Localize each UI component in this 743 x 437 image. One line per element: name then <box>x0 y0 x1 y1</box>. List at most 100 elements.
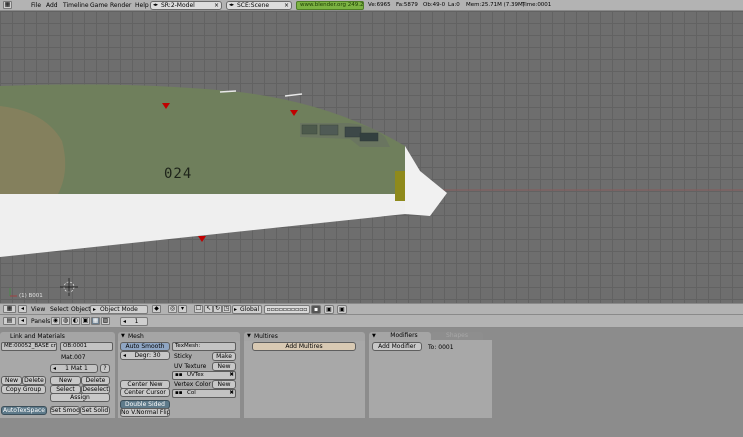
draw-type-icon[interactable]: ◆ <box>152 305 161 313</box>
mesh-datablock-field[interactable]: ME:00052_BASE crf. <box>1 342 57 351</box>
menu-object[interactable]: Object <box>71 306 91 313</box>
3d-viewport[interactable]: 024 (1) B001 <box>0 11 743 303</box>
viewport-type-icon[interactable]: ▦ <box>3 305 16 313</box>
material-new-button[interactable]: New <box>50 376 81 385</box>
buttons-window-header: ▤ ◂ Panels ◉ ◍ ◐ ▣ ▦ ▨ ◂ 1 <box>0 315 743 328</box>
menu-select[interactable]: Select <box>50 306 69 313</box>
uvtex-remove-icon[interactable]: ✖ <box>229 372 234 379</box>
window-2 <box>319 124 339 136</box>
add-multires-button[interactable]: Add Multires <box>252 342 356 351</box>
logic-context-icon[interactable]: ◉ <box>51 317 60 325</box>
frame-decrease-icon[interactable]: ◂ <box>121 318 126 325</box>
blender-url[interactable]: www.blender.org 249.2 <box>296 1 364 10</box>
tab-shapes[interactable]: Shapes <box>431 332 483 340</box>
set-solid-button[interactable]: Set Solid <box>80 406 110 415</box>
panel-modifiers <box>369 340 492 418</box>
menu-help[interactable]: Help <box>135 2 149 9</box>
scene-selector[interactable]: ◂▸ SCE:Scene × <box>226 1 292 10</box>
menu-view[interactable]: View <box>31 306 45 313</box>
degr-decrease-icon[interactable]: ◂ <box>121 352 126 359</box>
scene-browse-icon[interactable]: ◂▸ <box>229 2 234 9</box>
object-name-field[interactable]: OB:0001 <box>60 342 113 351</box>
render-preview-icon[interactable]: ▣ <box>324 305 334 314</box>
header-collapse-icon[interactable]: ◂ <box>18 305 27 313</box>
manipulator-toggle-icon[interactable]: ☐ <box>194 305 203 313</box>
scene-context-icon[interactable]: ▨ <box>101 317 110 325</box>
pivot-icon[interactable]: ◎ <box>168 305 177 313</box>
menu-render[interactable]: Render <box>110 2 131 9</box>
vertex-color-new-button[interactable]: New <box>212 380 236 389</box>
orientation-icon: ▸ <box>234 306 238 313</box>
col-layer[interactable]: ▪▪ Col ✖ <box>172 389 236 398</box>
render-icon[interactable]: ▣ <box>337 305 347 314</box>
viewport-canvas <box>0 84 743 297</box>
mesh-collapse-icon[interactable]: ▼ <box>121 332 125 341</box>
modifiers-collapse-icon[interactable]: ▼ <box>372 332 376 340</box>
uvtex-layer[interactable]: ▪▪ UVTex ✖ <box>172 371 236 380</box>
stat-memory: Mem:25.71M (7.39M) <box>466 2 525 8</box>
object-context-icon[interactable]: ▣ <box>81 317 90 325</box>
frame-counter[interactable]: ◂ 1 <box>120 317 148 326</box>
object-label: (1) B001 <box>19 293 43 299</box>
layer-buttons-1[interactable]: ▫▫▫▫▫▫▫▫▫▫ <box>264 305 310 314</box>
buttons-collapse-icon[interactable]: ◂ <box>18 317 27 325</box>
stat-verts: Ve:6965 <box>368 2 391 8</box>
stat-objects: Ob:49-0 <box>423 2 446 8</box>
material-help-button[interactable]: ? <box>100 364 110 373</box>
scene-close-icon[interactable]: × <box>284 2 289 9</box>
stat-faces: Fa:5879 <box>396 2 418 8</box>
script-context-icon[interactable]: ◍ <box>61 317 70 325</box>
set-smooth-button[interactable]: Set Smooth <box>50 406 80 415</box>
material-slot[interactable]: ◂ 1 Mat 1 <box>50 364 98 373</box>
group-delete-button[interactable]: Delete <box>22 376 46 385</box>
material-assign-button[interactable]: Assign <box>50 393 110 402</box>
panel-multires-header[interactable]: ▼ Multires <box>244 332 365 341</box>
orientation-selector[interactable]: ▸ Global <box>232 305 262 314</box>
mat-slot-decrease-icon[interactable]: ◂ <box>51 365 56 372</box>
group-new-button[interactable]: New <box>1 376 22 385</box>
vertex-color-label: Vertex Color <box>174 381 211 388</box>
nose-cone <box>405 146 447 216</box>
top-header-bar: ▦ File Add Timeline Game Render Help ◂▸ … <box>0 0 743 11</box>
menu-panels[interactable]: Panels <box>31 318 50 325</box>
buttons-window-type-icon[interactable]: ▤ <box>3 317 16 325</box>
rotate-icon[interactable]: ↻ <box>213 305 222 313</box>
menu-file[interactable]: File <box>31 2 41 9</box>
copy-group-button[interactable]: Copy Group <box>1 385 46 394</box>
center-cursor-button[interactable]: Center Cursor <box>120 388 170 397</box>
add-modifier-button[interactable]: Add Modifier <box>372 342 422 351</box>
mode-selector[interactable]: ▸ Object Mode <box>90 305 148 314</box>
uv-texture-label: UV Texture <box>174 363 207 370</box>
sticky-make-button[interactable]: Make <box>212 352 236 361</box>
material-delete-button[interactable]: Delete <box>81 376 110 385</box>
panel-link-materials-header[interactable]: Link and Materials <box>0 332 115 341</box>
menu-game[interactable]: Game <box>90 2 108 9</box>
translate-icon[interactable]: ↖ <box>204 305 213 313</box>
shading-context-icon[interactable]: ◐ <box>71 317 80 325</box>
scale-icon[interactable]: ◳ <box>222 305 231 313</box>
degr-field[interactable]: ◂ Degr: 30 <box>120 351 170 360</box>
no-v-normal-flip-toggle[interactable]: No V.Normal Flip <box>120 408 170 417</box>
panel-mesh-header[interactable]: ▼ Mesh <box>118 332 240 341</box>
tab-modifiers[interactable]: ▼ Modifiers <box>369 332 431 340</box>
col-remove-icon[interactable]: ✖ <box>229 390 234 397</box>
col-active-icon[interactable]: ▪▪ <box>175 390 182 397</box>
window-type-icon[interactable]: ▦ <box>3 1 12 9</box>
window-4 <box>359 132 379 142</box>
stat-time: Time:0001 <box>522 2 552 8</box>
editing-context-icon[interactable]: ▦ <box>91 317 100 325</box>
multires-collapse-icon[interactable]: ▼ <box>247 332 251 341</box>
menu-timeline[interactable]: Timeline <box>63 2 89 9</box>
texmesh-field[interactable]: TexMesh: <box>172 342 236 351</box>
menu-add[interactable]: Add <box>46 2 58 9</box>
lock-icon[interactable]: ▪ <box>311 305 321 314</box>
autotexspace-toggle[interactable]: AutoTexSpace <box>1 406 47 415</box>
screen-close-icon[interactable]: × <box>214 2 219 9</box>
uv-texture-new-button[interactable]: New <box>212 362 236 371</box>
pivot-menu-icon[interactable]: ▾ <box>178 305 187 313</box>
uvtex-active-icon[interactable]: ▪▪ <box>175 372 182 379</box>
screen-browse-icon[interactable]: ◂▸ <box>153 2 158 9</box>
auto-smooth-toggle[interactable]: Auto Smooth <box>120 342 170 351</box>
screen-selector[interactable]: ◂▸ SR:2-Model × <box>150 1 222 10</box>
red-marker-3 <box>198 236 206 242</box>
